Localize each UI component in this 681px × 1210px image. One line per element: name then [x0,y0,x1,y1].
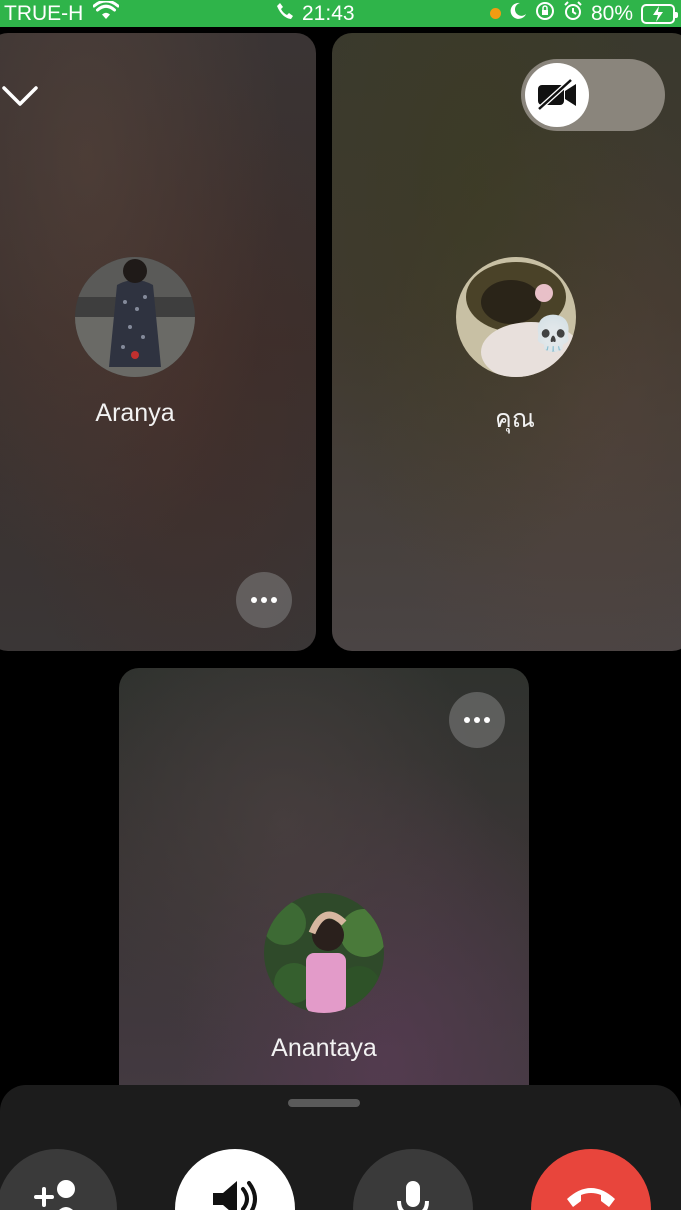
battery-charging-icon [641,3,678,24]
end-call-icon [563,1179,619,1210]
wifi-icon [92,0,120,27]
dot [464,717,470,723]
carrier-label: TRUE-H [4,1,84,25]
dot [474,717,480,723]
moon-icon [509,2,527,26]
camera-off-icon [525,63,589,127]
anantaya-avatar [264,893,384,1013]
collapse-chevron-icon[interactable] [2,82,38,112]
speaker-button[interactable] [175,1149,295,1210]
participant-tile-aranya[interactable]: Aranya [0,33,316,651]
dot [261,597,267,603]
orientation-lock-icon [535,1,555,27]
add-person-button[interactable] [0,1149,117,1210]
privacy-indicator-dot [489,8,501,19]
status-bar: TRUE-H 21:43 80% [0,0,681,27]
sheet-grabber[interactable] [288,1099,360,1107]
skull-emoji-badge: 💀 [532,315,575,353]
alarm-icon [563,0,583,27]
end-call-button[interactable] [531,1149,651,1210]
battery-percentage: 80% [590,1,633,25]
dot [251,597,257,603]
aranya-avatar [75,257,195,377]
phone-icon [276,2,294,26]
participant-name: คุณ [495,405,535,433]
camera-toggle[interactable] [521,59,665,131]
participant-name: Anantaya [271,1034,377,1062]
dot [271,597,277,603]
microphone-button[interactable] [353,1149,473,1210]
dot [484,717,490,723]
clock-time: 21:43 [302,1,355,25]
microphone-icon [393,1179,433,1210]
add-person-icon [32,1179,82,1210]
more-options-button[interactable] [449,692,505,748]
speaker-icon [207,1179,263,1210]
more-options-button[interactable] [236,572,292,628]
call-controls-sheet [0,1085,681,1210]
participant-tile-anantaya[interactable]: Anantaya [119,668,529,1108]
participant-name: Aranya [95,399,175,427]
